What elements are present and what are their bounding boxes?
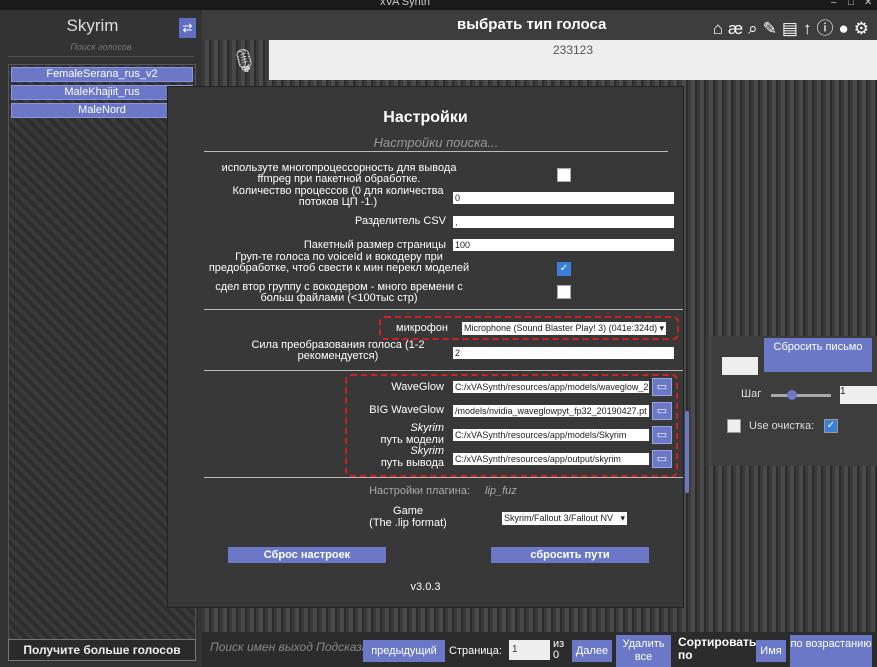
csv-sep-label: Разделитель CSV (355, 215, 446, 227)
cleanup-checkbox[interactable]: ✓ (824, 419, 838, 433)
proc-count-label: Количество процессов (0 для количества п… (232, 185, 444, 208)
title-bar: xVA Synth – □ ✕ (0, 0, 877, 10)
voice-item[interactable]: FemaleSerana_rus_v2 (11, 67, 193, 82)
second-group-label: сдел втор группу с вокодером - много вре… (215, 281, 463, 304)
voice-item[interactable]: MaleNord (11, 103, 193, 118)
ae-icon[interactable]: æ (728, 19, 745, 39)
version-label: v3.0.3 (410, 581, 441, 593)
settings-modal: Настройки Настройки поиска... используте… (167, 86, 689, 608)
search-icon[interactable]: ⌕ (748, 19, 760, 39)
settings-scroll-thumb[interactable] (685, 411, 689, 493)
delete-all-button[interactable]: Удалить все (616, 635, 671, 667)
page-size-input[interactable]: 100 (453, 239, 674, 251)
plugin-name: lip_fuz (485, 485, 517, 497)
proc-count-input[interactable]: 0 (453, 192, 674, 204)
step-label: Шаг (741, 388, 762, 400)
divider (204, 370, 683, 371)
voice-item[interactable]: MaleKhajiit_rus (11, 85, 193, 100)
swap-icon: ⇄ (182, 21, 193, 35)
slider-handle[interactable] (787, 390, 797, 400)
voice-search-input[interactable]: Поиск голосов (8, 42, 194, 57)
page-input[interactable]: 1 (509, 640, 550, 660)
page-size-label: Пакетный размер страницы (303, 239, 446, 251)
microphone-icon[interactable]: 🎙 (230, 48, 258, 74)
app-title: xVA Synth (380, 0, 430, 8)
csv-sep-input[interactable]: , (453, 216, 674, 228)
sort-label: Сортировать по (678, 635, 757, 662)
group-checkbox[interactable]: ✓ (557, 262, 571, 276)
multiproc-checkbox[interactable] (557, 168, 571, 182)
pacing-field[interactable] (722, 357, 758, 375)
table-icon[interactable]: ▤ (782, 19, 800, 39)
reset-paths-button[interactable]: сбросить пути (491, 547, 649, 563)
strength-label: Сила преобразования голоса (1-2 рекоменд… (251, 339, 425, 362)
game-select[interactable]: Skyrim/Fallout 3/Fallout NV (502, 512, 627, 525)
output-search-input[interactable]: Поиск имен выход Подсказки (210, 640, 374, 654)
multiproc-label: используте многопроцессорность для вывод… (221, 162, 457, 185)
main-header: выбрать тип голоса ⌂ æ ⌕ ✎ ▤ ↑ ⓘ ● ⚙ (202, 10, 877, 40)
gear-icon[interactable]: ⚙ (854, 19, 871, 39)
toolbar: ⌂ æ ⌕ ✎ ▤ ↑ ⓘ ● ⚙ (710, 14, 871, 39)
reset-settings-button[interactable]: Сброс настроек (228, 547, 386, 563)
settings-title: Настройки (383, 109, 468, 126)
strength-input[interactable]: 2 (453, 347, 674, 359)
step-slider[interactable] (771, 394, 831, 397)
shop-icon[interactable]: ⌂ (713, 19, 725, 39)
cleanup-label: Use очистка: (749, 420, 815, 432)
game-title: Skyrim (66, 16, 119, 35)
wand-icon[interactable]: ✎ (763, 19, 779, 39)
settings-list: используте многопроцессорность для вывод… (168, 159, 683, 534)
next-page-button[interactable]: Далее (572, 640, 612, 662)
editor-controls: Сбросить письмо Шаг 1 Use очистка: ✓ (711, 336, 877, 466)
sort-order-button[interactable]: по возрастанию (790, 635, 872, 667)
minimize-icon[interactable]: – (831, 0, 837, 8)
page-label: Страница: (449, 645, 502, 657)
info-icon[interactable]: ⓘ (816, 14, 835, 39)
patreon-icon[interactable]: ● (838, 19, 850, 39)
second-group-checkbox[interactable] (557, 285, 571, 299)
divider (204, 309, 683, 310)
arrow-up-icon[interactable]: ↑ (803, 19, 814, 39)
mic-highlight (379, 316, 679, 340)
prev-page-button[interactable]: предыдущий (363, 640, 445, 662)
close-icon[interactable]: ✕ (864, 0, 872, 8)
sort-name-button[interactable]: Имя (756, 640, 786, 662)
divider (204, 477, 683, 478)
get-more-voices-button[interactable]: Получите больше голосов (8, 639, 196, 661)
option-checkbox[interactable] (727, 419, 741, 433)
swap-game-button[interactable]: ⇄ (179, 18, 196, 38)
settings-search-input[interactable]: Настройки поиска... (204, 135, 668, 152)
maximize-icon[interactable]: □ (848, 0, 854, 8)
step-value[interactable]: 1 (840, 386, 877, 404)
output-footer: Поиск имен выход Подсказки предыдущий Ст… (202, 632, 877, 667)
page-total: из 0 (553, 638, 565, 661)
game-label: Game (393, 505, 423, 517)
paths-highlight (345, 374, 678, 477)
plugin-settings-label: Настройки плагина: (369, 485, 470, 497)
text-input[interactable]: 233123 (269, 40, 877, 80)
game-sublabel: (The .lip format) (369, 517, 447, 529)
reset-letter-button[interactable]: Сбросить письмо (764, 338, 872, 372)
voice-type-title: выбрать тип голоса (457, 16, 607, 33)
